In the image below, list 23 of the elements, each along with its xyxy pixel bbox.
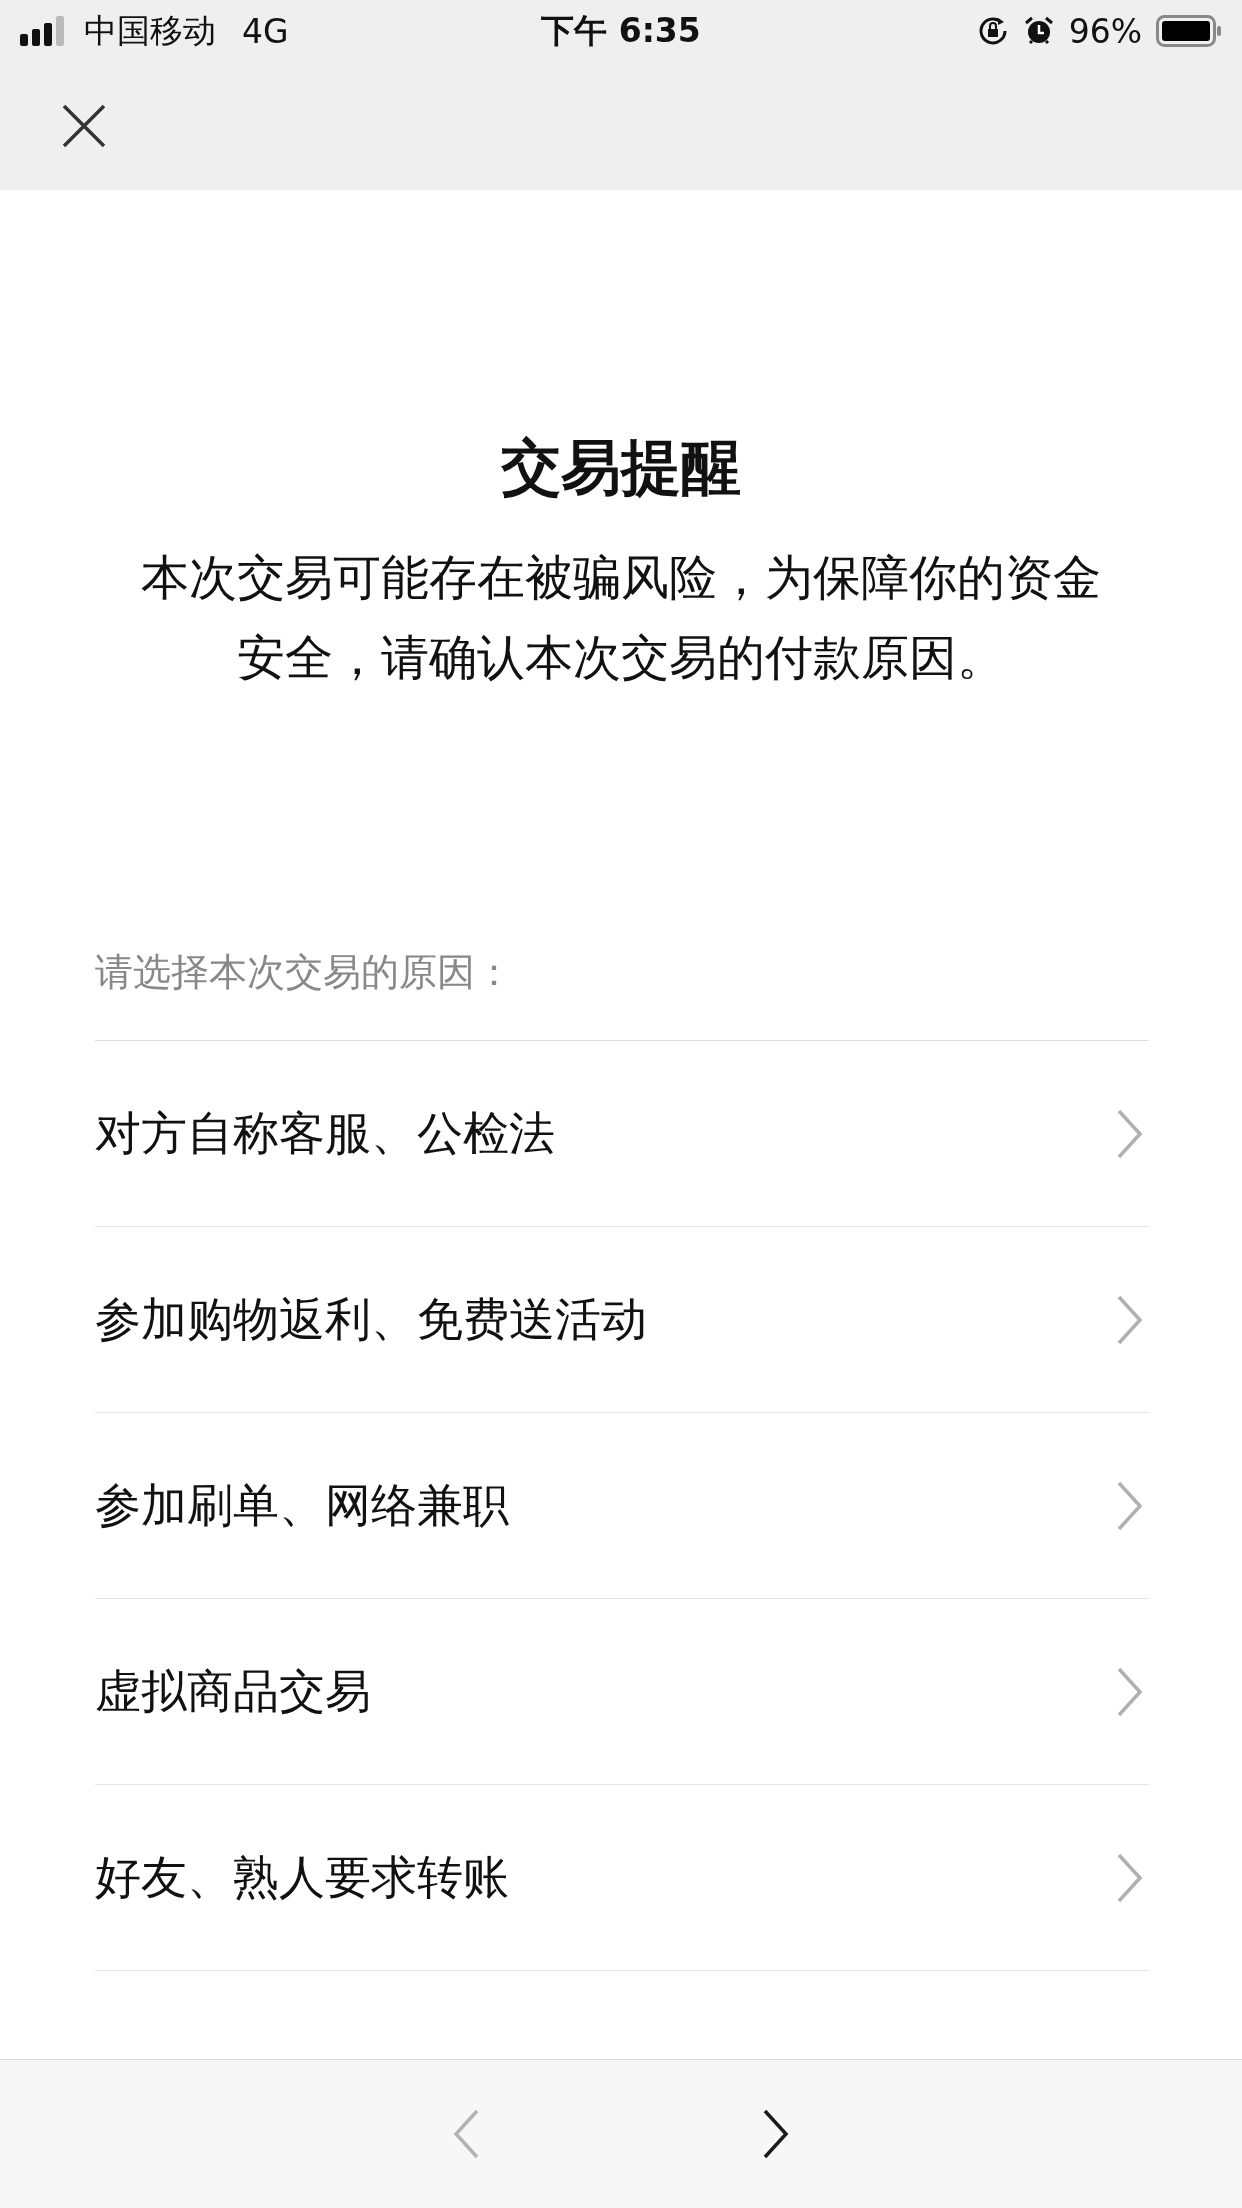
- reason-item[interactable]: 参加刷单、网络兼职: [95, 1413, 1149, 1599]
- reason-item[interactable]: 参加购物返利、免费送活动: [95, 1227, 1149, 1413]
- chevron-icon: [1115, 1479, 1145, 1532]
- chevron-icon: [1115, 1293, 1145, 1346]
- close-icon: [62, 104, 106, 148]
- forward-icon: [761, 2108, 791, 2160]
- network-type: 4G: [242, 11, 289, 51]
- back-icon: [451, 2108, 481, 2160]
- battery-percent: 96%: [1068, 11, 1142, 51]
- rotation-lock-icon: [976, 15, 1009, 47]
- reason-item[interactable]: 好友、熟人要求转账: [95, 1785, 1149, 1971]
- status-time: 下午 6:35: [541, 9, 701, 52]
- alarm-icon: [1022, 15, 1055, 47]
- dialog-title: 交易提醒: [501, 431, 741, 504]
- chevron-icon: [1115, 1851, 1145, 1904]
- chevron-icon: [1115, 1665, 1145, 1718]
- battery-icon: [1156, 15, 1222, 47]
- warning-text: 本次交易可能存在被骗风险，为保障你的资金安全，请确认本次交易的付款原因。: [140, 548, 1102, 687]
- reason-item[interactable]: 虚拟商品交易: [95, 1599, 1149, 1785]
- reason-item[interactable]: 对方自称客服、公检法: [95, 1041, 1149, 1227]
- chevron-icon: [1115, 1107, 1145, 1160]
- reason-prompt: 请选择本次交易的原因：: [95, 947, 1149, 1041]
- carrier-name: 中国移动: [84, 9, 216, 52]
